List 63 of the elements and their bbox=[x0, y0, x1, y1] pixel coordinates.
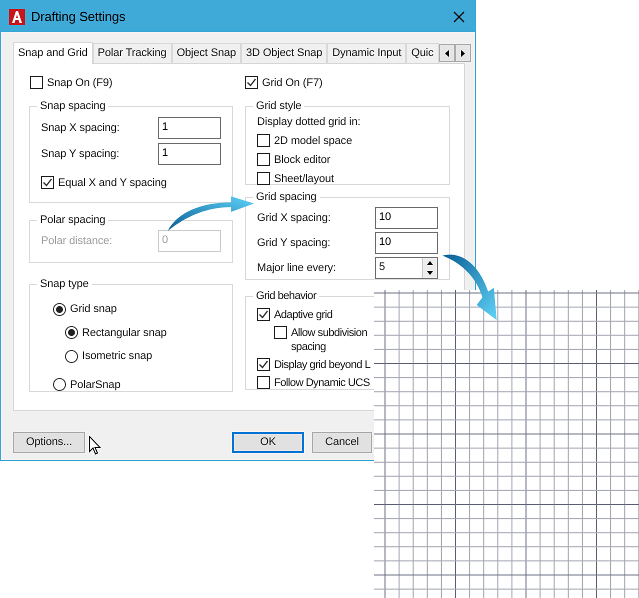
close-icon[interactable] bbox=[453, 10, 465, 22]
checkbox[interactable] bbox=[257, 153, 270, 166]
input-field[interactable]: 10 bbox=[375, 207, 438, 229]
window-title: Drafting Settings bbox=[31, 8, 126, 26]
checkbox-label: Snap On (F9) bbox=[47, 76, 112, 90]
field-label: Grid X spacing: bbox=[257, 210, 331, 226]
field-label: Snap X spacing: bbox=[41, 120, 120, 136]
dialog-button[interactable]: OK bbox=[232, 432, 304, 453]
radio-button[interactable] bbox=[65, 350, 78, 363]
tab[interactable]: Polar Tracking bbox=[92, 43, 172, 63]
group-title: Grid style bbox=[255, 99, 302, 113]
checkbox[interactable] bbox=[257, 358, 270, 371]
input-field[interactable]: 1 bbox=[158, 143, 221, 165]
left-triangle-icon bbox=[444, 50, 449, 56]
dialog-button[interactable]: Options... bbox=[13, 432, 85, 453]
radio-label: PolarSnap bbox=[70, 378, 120, 392]
group-title: Polar spacing bbox=[39, 213, 106, 227]
checkbox-label: Sheet/layout bbox=[274, 172, 334, 186]
tab[interactable]: Quic bbox=[406, 43, 439, 63]
tab[interactable]: Object Snap bbox=[172, 43, 242, 63]
tab[interactable]: Snap and Grid bbox=[13, 42, 93, 64]
radio-button[interactable] bbox=[53, 302, 66, 316]
tab[interactable]: 3D Object Snap bbox=[241, 43, 328, 63]
group-title: Grid behavior bbox=[255, 289, 318, 303]
scroll-right-button[interactable] bbox=[454, 44, 471, 62]
checkbox[interactable] bbox=[257, 308, 270, 321]
checkbox-label: Equal X and Y spacing bbox=[58, 176, 167, 190]
input-field[interactable]: 10 bbox=[375, 232, 438, 254]
caption-text: Display dotted grid in: bbox=[256, 115, 362, 129]
checkbox-label: 2D model space bbox=[274, 134, 352, 148]
scroll-left-button[interactable] bbox=[438, 44, 455, 62]
checkbox-label: Block editor bbox=[274, 153, 330, 167]
field-label: Major line every: bbox=[257, 260, 336, 276]
checkbox[interactable] bbox=[245, 76, 258, 89]
mouse-cursor-icon bbox=[89, 436, 101, 455]
app-logo-icon bbox=[9, 8, 25, 24]
input-field[interactable]: 1 bbox=[158, 117, 221, 139]
checkbox-label: Adaptive grid bbox=[274, 308, 332, 322]
checkbox-label: Allow subdivision spacing bbox=[291, 326, 368, 354]
field-label: Snap Y spacing: bbox=[41, 146, 120, 162]
checkbox-label: Follow Dynamic UCS bbox=[274, 376, 370, 390]
checkbox[interactable] bbox=[274, 326, 287, 339]
checkbox[interactable] bbox=[41, 176, 54, 189]
checkbox[interactable] bbox=[257, 134, 270, 147]
field-label: Grid Y spacing: bbox=[257, 236, 330, 251]
radio-button[interactable] bbox=[65, 326, 78, 340]
checkbox[interactable] bbox=[30, 76, 43, 89]
radio-label: Isometric snap bbox=[82, 349, 152, 364]
tab[interactable]: Dynamic Input bbox=[327, 43, 406, 63]
checkbox[interactable] bbox=[257, 172, 270, 185]
radio-button[interactable] bbox=[53, 378, 66, 392]
group-title: Grid spacing bbox=[255, 190, 318, 204]
radio-label: Rectangular snap bbox=[82, 326, 167, 340]
group-title: Snap spacing bbox=[39, 99, 106, 113]
radio-label: Grid snap bbox=[70, 302, 117, 317]
checkbox[interactable] bbox=[257, 376, 270, 389]
field-label: Polar distance: bbox=[41, 234, 112, 249]
spinner-field[interactable]: 5 bbox=[375, 257, 438, 279]
checkbox-label: Display grid beyond L bbox=[274, 358, 370, 372]
right-triangle-icon bbox=[460, 50, 465, 56]
group-title: Snap type bbox=[39, 277, 90, 291]
checkbox-label: Grid On (F7) bbox=[262, 76, 323, 90]
dialog-button[interactable]: Cancel bbox=[312, 432, 372, 453]
